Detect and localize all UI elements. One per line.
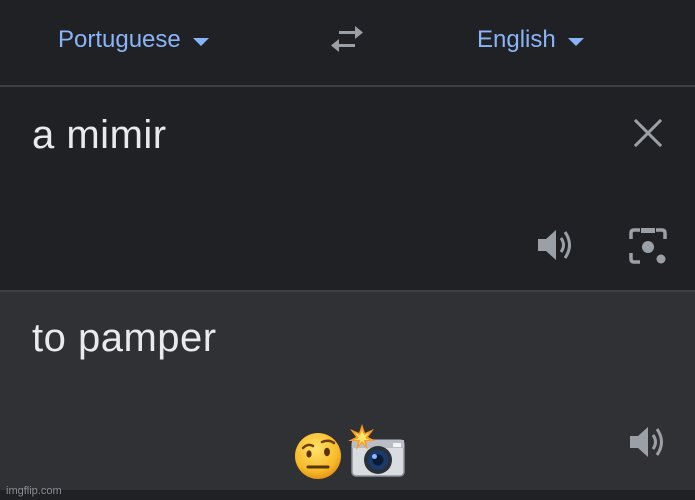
watermark: imgflip.com <box>6 485 62 497</box>
listen-translation-button[interactable] <box>628 422 668 462</box>
camera-translate-button[interactable] <box>627 225 669 267</box>
listen-source-button[interactable] <box>536 225 576 265</box>
speaker-icon <box>630 427 663 457</box>
camera-with-flash-emoji <box>348 424 405 477</box>
source-language-label: Portuguese <box>58 26 181 53</box>
source-text[interactable]: a mimir <box>32 113 167 158</box>
swap-arrows-icon <box>331 26 363 52</box>
source-panel[interactable]: a mimir <box>0 87 695 290</box>
close-icon <box>633 118 663 148</box>
raised-eyebrow-face-emoji <box>295 433 341 479</box>
speaker-icon <box>538 230 571 260</box>
chevron-down-icon <box>192 38 209 46</box>
source-language-selector[interactable]: Portuguese <box>58 22 209 58</box>
translate-app: Portuguese English a mimir to pamper img… <box>0 0 695 500</box>
language-bar: Portuguese English <box>0 0 695 85</box>
swap-languages-button[interactable] <box>325 22 369 58</box>
chevron-down-icon <box>567 38 584 46</box>
bottom-strip <box>0 490 695 500</box>
translation-panel: to pamper <box>0 290 695 492</box>
camera-lens-icon <box>629 228 667 264</box>
clear-button[interactable] <box>630 115 666 151</box>
target-language-selector[interactable]: English <box>477 22 584 58</box>
translation-text: to pamper <box>32 316 217 360</box>
target-language-label: English <box>477 26 556 53</box>
